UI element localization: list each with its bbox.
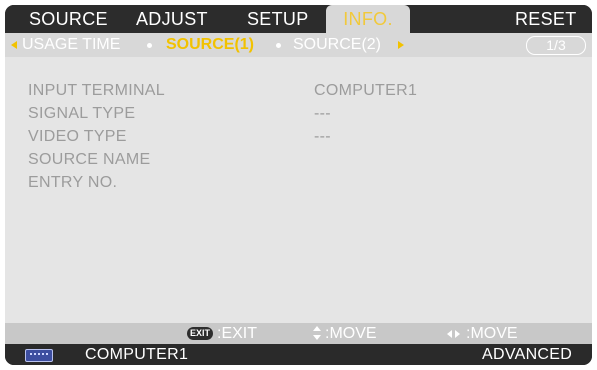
separator-dot-icon (276, 43, 281, 48)
tab-info[interactable]: INFO. (326, 5, 410, 33)
subtab-usage-time[interactable]: USAGE TIME (22, 33, 120, 57)
up-down-arrows-icon (312, 326, 322, 341)
key-guide-bar: EXIT :EXIT :MOVE :MOVE (5, 323, 592, 344)
move-horizontal-label: :MOVE (466, 325, 518, 342)
status-bar: COMPUTER1 ADVANCED (5, 344, 592, 365)
tab-source[interactable]: SOURCE (29, 5, 108, 33)
subtab-source-1[interactable]: SOURCE(1) (166, 33, 254, 57)
exit-key-icon: EXIT (187, 327, 213, 340)
label-input-terminal: INPUT TERMINAL (28, 82, 165, 99)
separator-dot-icon (147, 43, 152, 48)
page-indicator: 1/3 (526, 36, 586, 55)
main-menu-bar: SOURCE ADJUST SETUP INFO. RESET (5, 5, 592, 33)
scroll-left-icon[interactable] (11, 41, 17, 49)
exit-guide-label: :EXIT (217, 325, 258, 342)
value-video-type: --- (314, 128, 331, 145)
label-entry-no: ENTRY NO. (28, 174, 118, 191)
menu-window: SOURCE ADJUST SETUP INFO. RESET USAGE TI… (5, 5, 592, 365)
tab-setup[interactable]: SETUP (247, 5, 309, 33)
computer-connector-icon (25, 349, 53, 362)
info-panel: INPUT TERMINAL COMPUTER1 SIGNAL TYPE ---… (5, 57, 592, 323)
projector-osd: SOURCE ADJUST SETUP INFO. RESET USAGE TI… (0, 0, 597, 370)
subtab-source-2[interactable]: SOURCE(2) (293, 33, 381, 57)
tab-reset[interactable]: RESET (515, 5, 577, 33)
label-source-name: SOURCE NAME (28, 151, 151, 168)
left-right-arrows-icon (447, 330, 463, 338)
menu-mode: ADVANCED (482, 346, 573, 363)
value-input-terminal: COMPUTER1 (314, 82, 418, 99)
sub-tab-bar: USAGE TIME SOURCE(1) SOURCE(2) 1/3 (5, 33, 592, 57)
label-video-type: VIDEO TYPE (28, 128, 127, 145)
value-signal-type: --- (314, 105, 331, 122)
tab-adjust[interactable]: ADJUST (136, 5, 208, 33)
current-source: COMPUTER1 (85, 346, 189, 363)
label-signal-type: SIGNAL TYPE (28, 105, 136, 122)
move-vertical-label: :MOVE (325, 325, 377, 342)
scroll-right-icon[interactable] (398, 41, 404, 49)
